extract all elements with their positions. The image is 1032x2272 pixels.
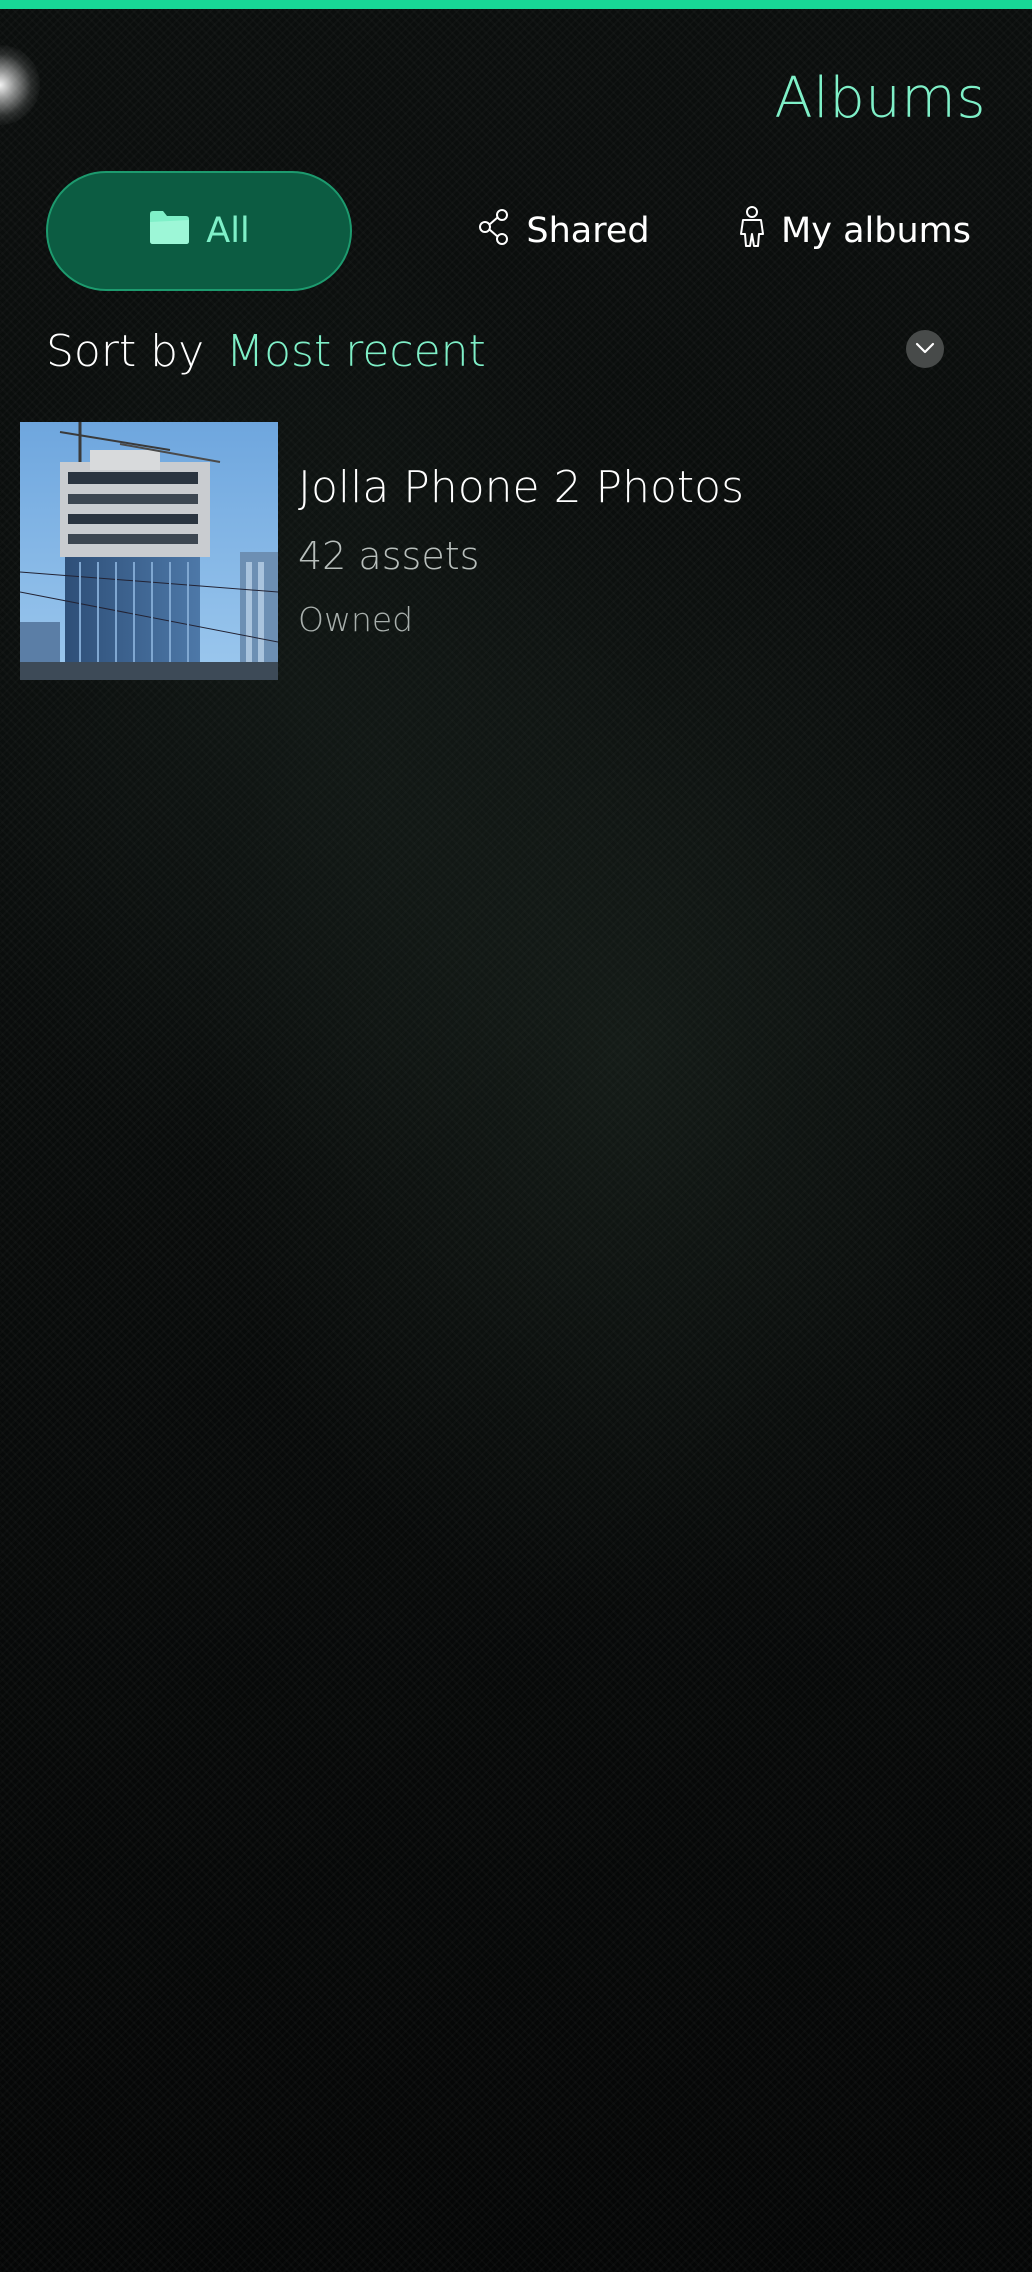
tab-shared[interactable]: Shared bbox=[424, 171, 704, 291]
album-filter-tabs: All Shared My albums bbox=[46, 171, 996, 291]
tab-all[interactable]: All bbox=[46, 171, 352, 291]
sort-label: Sort by bbox=[46, 325, 205, 377]
glow-indicator bbox=[0, 45, 40, 125]
sort-selector[interactable]: Sort by Most recent bbox=[46, 316, 946, 386]
album-asset-count: 42 assets bbox=[298, 534, 480, 578]
tab-all-label: All bbox=[206, 211, 250, 251]
sort-value[interactable]: Most recent bbox=[226, 326, 486, 377]
sort-dropdown-button[interactable] bbox=[906, 330, 944, 368]
tab-shared-label: Shared bbox=[526, 211, 650, 251]
page-title: Albums bbox=[774, 66, 986, 131]
album-title: Jolla Phone 2 Photos bbox=[298, 462, 744, 513]
album-list-item[interactable]: Jolla Phone 2 Photos 42 assets Owned bbox=[20, 422, 1000, 680]
album-ownership: Owned bbox=[298, 600, 414, 639]
top-accent-bar bbox=[0, 0, 1032, 9]
person-icon bbox=[737, 205, 767, 257]
chevron-down-icon bbox=[914, 340, 936, 359]
tab-my-albums[interactable]: My albums bbox=[704, 171, 1004, 291]
albums-page: Albums All Shared My albums Sort by Most… bbox=[0, 0, 1032, 2272]
share-icon bbox=[478, 208, 512, 255]
folder-icon bbox=[148, 208, 192, 255]
album-thumbnail bbox=[20, 422, 278, 680]
tab-my-albums-label: My albums bbox=[781, 211, 971, 251]
